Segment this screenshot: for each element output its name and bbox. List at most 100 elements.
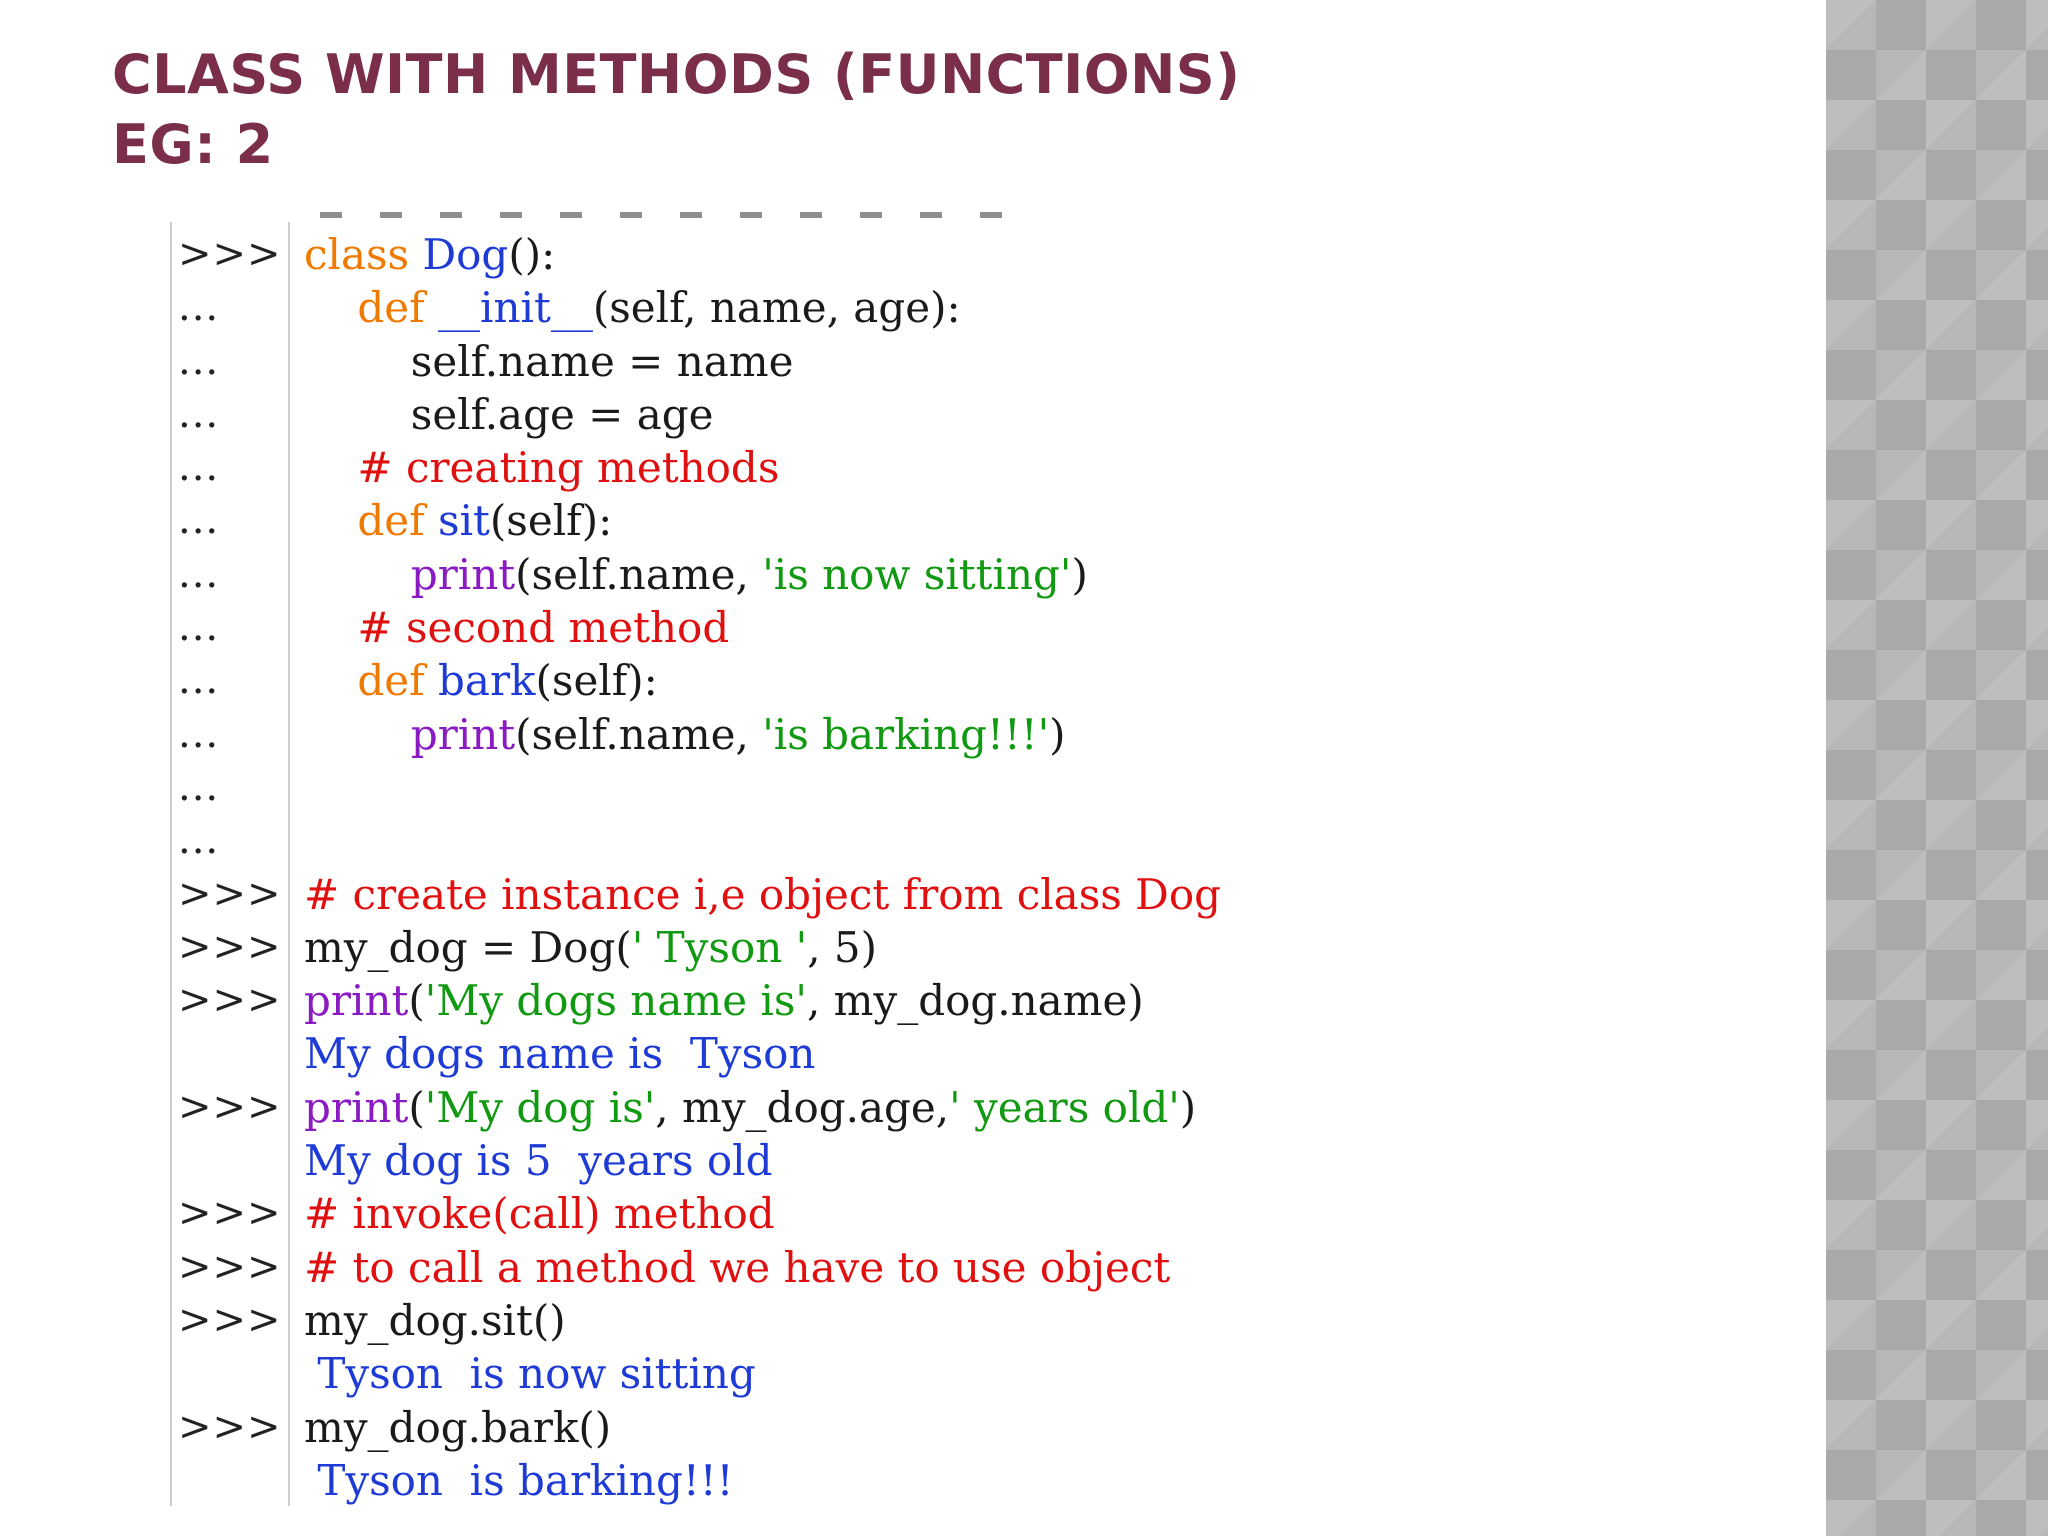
prompt-marker: >>> [178, 1403, 282, 1450]
code-token-kw: def [357, 283, 439, 333]
code-token-plain: , 5) [807, 922, 877, 972]
code-text: print('My dogs name is', my_dog.name) [304, 974, 1144, 1027]
code-token-kw: def [357, 496, 439, 546]
prompt-marker: >>> [178, 923, 282, 970]
slide-title-line-2: EG: 2 [112, 113, 274, 176]
code-token-bi: print [410, 709, 516, 759]
code-token-plain: (self): [489, 496, 613, 546]
code-token-plain: my_dog.bark() [304, 1402, 612, 1452]
prompt-marker: >>> [178, 1190, 282, 1237]
code-text: class Dog(): [304, 228, 555, 281]
code-token-str: ' Tyson ' [631, 922, 808, 972]
code-token-bi: print [410, 549, 516, 599]
panel-left-border [170, 222, 172, 1506]
code-token-cm: # invoke(call) method [304, 1189, 775, 1239]
slide-title-line-1: CLASS WITH METHODS (FUNCTIONS) [112, 43, 1241, 106]
code-text: self.age = age [304, 388, 714, 441]
code-token-bi: print [304, 976, 409, 1026]
prompt-marker: ... [178, 763, 220, 810]
code-token-str: 'is now sitting' [762, 549, 1072, 599]
code-token-plain: self.name = name [304, 336, 794, 386]
code-token-str: 'My dog is' [424, 1082, 656, 1132]
code-text: def sit(self): [304, 494, 612, 547]
code-token-plain: my_dog = Dog( [304, 922, 632, 972]
prompt-marker: >>> [178, 231, 282, 277]
code-token-plain: , my_dog.name) [806, 976, 1144, 1026]
code-token-cm: # create instance i,e object from class … [304, 869, 1222, 919]
code-token-out: My dog is 5 years old [304, 1136, 773, 1186]
code-text: print(self.name, 'is now sitting') [304, 548, 1088, 601]
prompt-marker: ... [178, 550, 220, 597]
code-token-kw: def [357, 656, 439, 706]
decorative-side-pattern [1826, 0, 2048, 1536]
code-token-str: ' years old' [949, 1082, 1180, 1132]
code-text: def bark(self): [304, 654, 658, 707]
code-text: # to call a method we have to use object [304, 1241, 1170, 1294]
code-token-plain: (): [508, 230, 556, 279]
code-token-plain: ) [1049, 709, 1066, 759]
code-screenshot: >>> class Dog():... def __init__(self, na… [170, 206, 1470, 1508]
slide-title: CLASS WITH METHODS (FUNCTIONS) EG: 2 [112, 40, 1240, 180]
prompt-marker: >>> [178, 1083, 282, 1130]
code-token-cm: # creating methods [357, 443, 780, 493]
prompt-marker: ... [178, 284, 220, 331]
code-token-out: Tyson is barking!!! [304, 1455, 734, 1505]
code-text: # second method [304, 601, 729, 654]
code-text: # creating methods [304, 441, 779, 494]
prompt-marker: ... [178, 710, 220, 757]
code-token-plain: ( [408, 976, 425, 1026]
prompt-marker: >>> [178, 870, 282, 917]
code-token-fn: __init__ [438, 283, 593, 333]
prompt-marker: ... [178, 604, 220, 651]
prompt-marker: >>> [178, 1243, 282, 1290]
code-token-plain: (self, name, age): [592, 283, 961, 333]
code-token-fn: Dog [422, 230, 509, 279]
code-token-plain: (self.name, [515, 709, 763, 759]
prompt-marker: ... [178, 444, 220, 491]
code-token-cm: # to call a method we have to use object [304, 1242, 1171, 1292]
code-text: Tyson is barking!!! [304, 1454, 733, 1507]
code-token-plain: ( [408, 1082, 425, 1132]
prompt-marker: ... [178, 497, 220, 544]
code-text: # create instance i,e object from class … [304, 868, 1221, 921]
prompt-gutter-divider [288, 222, 290, 1506]
code-text: print(self.name, 'is barking!!!') [304, 708, 1066, 761]
code-token-out: Tyson is now sitting [304, 1349, 756, 1399]
code-token-plain: , my_dog.age, [655, 1082, 950, 1132]
code-token-fn: bark [438, 656, 536, 706]
code-text: Tyson is now sitting [304, 1347, 756, 1400]
code-token-kw: class [304, 230, 423, 279]
code-token-plain: (self): [535, 656, 658, 706]
code-text: my_dog = Dog(' Tyson ', 5) [304, 921, 877, 974]
code-text: my_dog.sit() [304, 1294, 566, 1347]
code-token-cm: # second method [357, 603, 730, 653]
code-token-plain: my_dog.sit() [304, 1295, 566, 1345]
code-token-plain: ) [1071, 549, 1088, 599]
prompt-marker: ... [178, 337, 220, 384]
prompt-marker: ... [178, 390, 220, 437]
prompt-marker: >>> [178, 1296, 282, 1343]
code-token-plain: (self.name, [515, 549, 763, 599]
code-token-plain: self.age = age [304, 389, 714, 439]
code-text: self.name = name [304, 335, 794, 388]
cropped-previous-line [320, 212, 1020, 218]
code-text: My dogs name is Tyson [304, 1027, 816, 1080]
code-token-fn: sit [438, 496, 490, 546]
code-text: print('My dog is', my_dog.age,' years ol… [304, 1081, 1196, 1134]
code-text: def __init__(self, name, age): [304, 281, 961, 334]
code-token-out: My dogs name is Tyson [304, 1029, 816, 1079]
prompt-marker: >>> [178, 977, 282, 1024]
code-text: my_dog.bark() [304, 1401, 611, 1454]
code-text: # invoke(call) method [304, 1187, 775, 1240]
code-token-bi: print [304, 1082, 409, 1132]
prompt-marker: ... [178, 817, 220, 864]
code-token-str: 'My dogs name is' [424, 976, 807, 1026]
code-text: My dog is 5 years old [304, 1134, 772, 1187]
